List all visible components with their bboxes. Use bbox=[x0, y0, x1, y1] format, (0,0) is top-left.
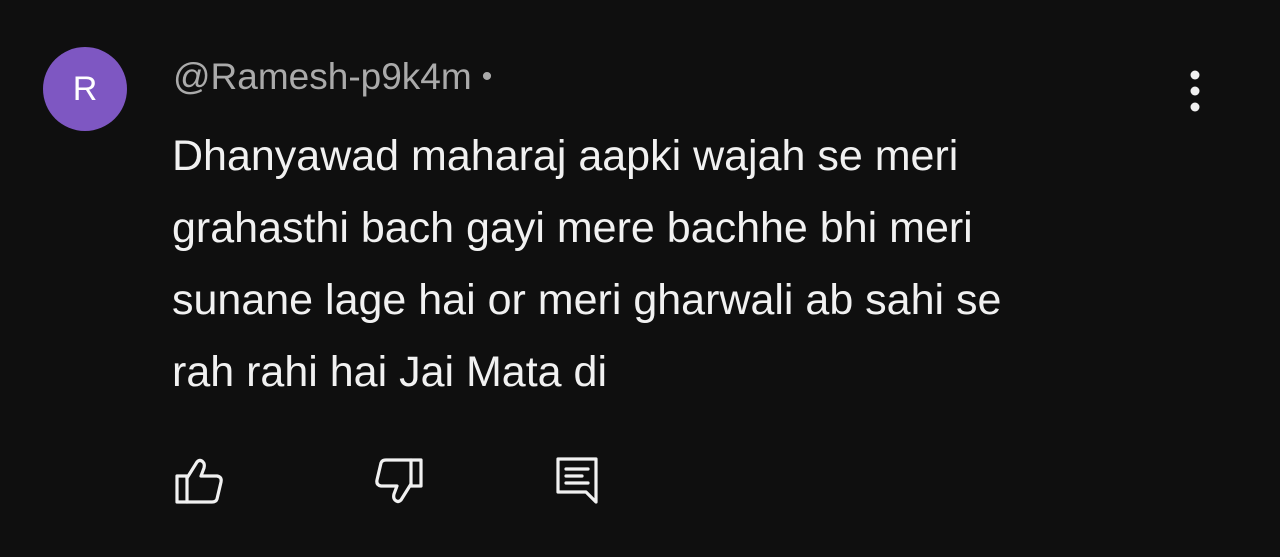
author-handle[interactable]: @Ramesh-p9k4m bbox=[173, 56, 472, 98]
thumbs-up-icon bbox=[175, 458, 223, 504]
reply-comment-icon bbox=[556, 457, 598, 504]
comment-line: sunane lage hai or meri gharwali ab sahi… bbox=[172, 276, 1002, 324]
comment-header: @Ramesh-p9k4m • bbox=[173, 52, 492, 102]
comment-text: Dhanyawad maharaj aapki wajah se meri gr… bbox=[172, 120, 1172, 408]
dislike-button[interactable] bbox=[370, 452, 428, 510]
more-vertical-icon bbox=[1190, 70, 1200, 112]
reply-button[interactable] bbox=[548, 452, 606, 510]
avatar-letter: R bbox=[72, 69, 98, 108]
comment-line: Dhanyawad maharaj aapki wajah se meri bbox=[172, 132, 959, 180]
more-options-button[interactable] bbox=[1175, 66, 1215, 116]
like-button[interactable] bbox=[170, 452, 228, 510]
avatar[interactable]: R bbox=[43, 47, 127, 131]
comment-line: grahasthi bach gayi mere bachhe bhi meri bbox=[172, 204, 973, 252]
thumbs-down-icon bbox=[375, 458, 423, 504]
header-separator: • bbox=[481, 60, 493, 93]
comment-line: rah rahi hai Jai Mata di bbox=[172, 348, 607, 396]
